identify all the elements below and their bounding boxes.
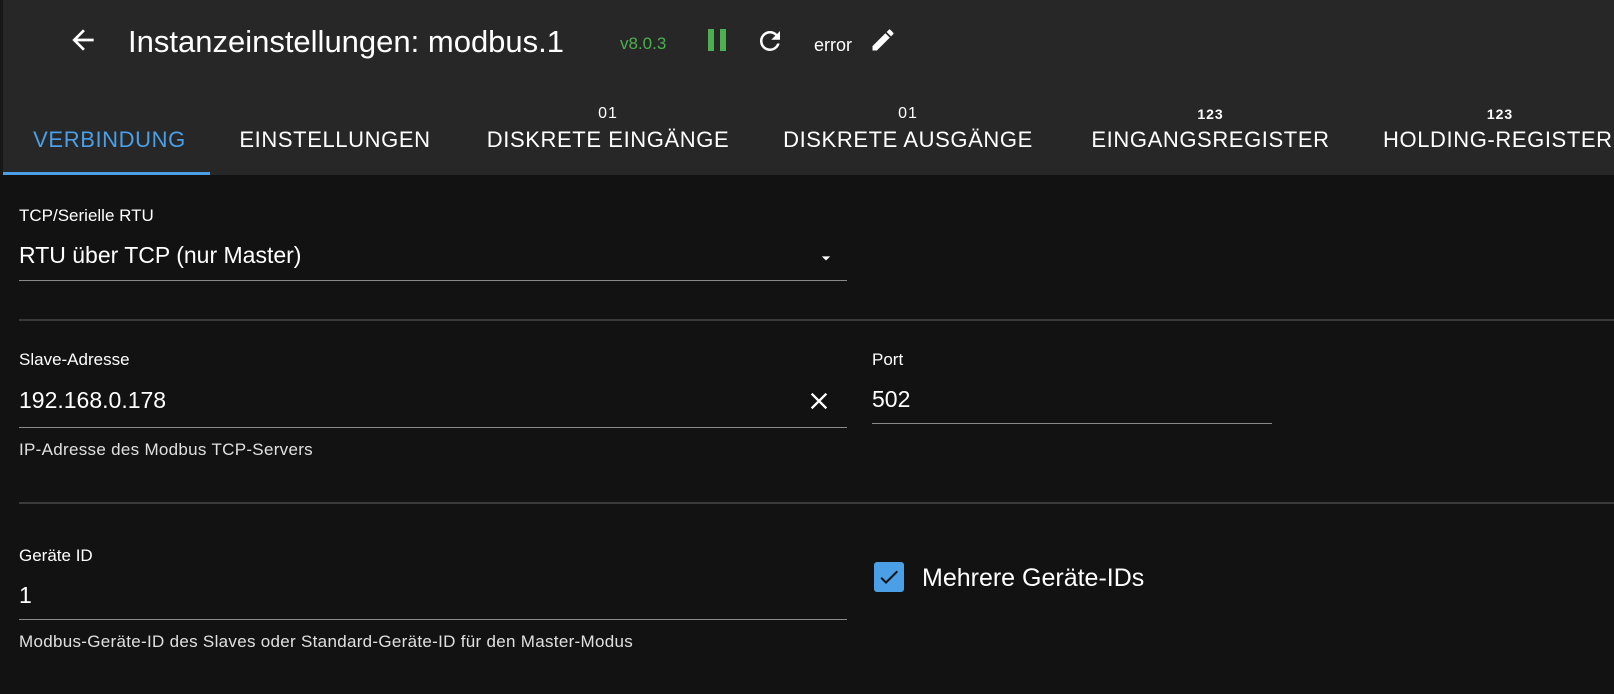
pause-icon — [708, 29, 726, 51]
tab-label: HOLDING-REGISTER — [1383, 127, 1613, 152]
tab-label: DISKRETE AUSGÄNGE — [783, 127, 1033, 152]
tab-label: EINSTELLUNGEN — [239, 127, 431, 152]
log-level-label: error — [814, 35, 853, 55]
tab-label: EINGANGSREGISTER — [1091, 127, 1330, 152]
port-value: 502 — [872, 386, 911, 412]
binary-icon: 01 — [898, 105, 918, 122]
reload-button[interactable] — [755, 26, 785, 56]
port-underline — [872, 423, 1272, 424]
tab-diskrete-eingaenge[interactable]: 01 DISKRETE EINGÄNGE — [473, 80, 743, 175]
version-badge: v8.0.3 — [620, 34, 667, 53]
check-icon — [880, 570, 898, 584]
connection-type-field: TCP/Serielle RTU — [19, 206, 154, 226]
section-divider — [19, 502, 1614, 504]
multiple-device-ids-label[interactable]: Mehrere Geräte-IDs — [922, 563, 1144, 593]
numeric-icon: 123 — [1486, 106, 1514, 122]
close-icon — [810, 392, 828, 410]
section-divider — [19, 319, 1614, 321]
slave-address-field: Slave-Adresse — [19, 350, 130, 370]
tab-holding-register[interactable]: 123 HOLDING-REGISTER — [1375, 80, 1614, 175]
slave-address-value: 192.168.0.178 — [19, 387, 167, 413]
pause-button[interactable] — [703, 26, 731, 54]
active-tab-indicator — [3, 172, 210, 175]
connection-type-value: RTU über TCP (nur Master) — [19, 242, 302, 268]
slave-address-helper: IP-Adresse des Modbus TCP-Servers — [19, 440, 313, 459]
reload-icon — [759, 30, 780, 51]
page-title: Instanzeinstellungen: modbus.1 — [128, 24, 565, 59]
connection-type-underline — [19, 280, 847, 281]
slave-address-input[interactable]: 192.168.0.178 — [19, 385, 799, 421]
port-label: Port — [872, 350, 904, 369]
tab-einstellungen[interactable]: EINSTELLUNGEN — [225, 80, 445, 175]
app-header: Instanzeinstellungen: modbus.1 v8.0.3 er… — [0, 0, 1614, 80]
edit-log-level-button[interactable] — [869, 26, 897, 54]
port-input[interactable]: 502 — [872, 384, 1272, 420]
binary-icon: 01 — [598, 105, 618, 122]
multiple-device-ids-checkbox[interactable] — [874, 562, 904, 592]
device-id-input[interactable]: 1 — [19, 580, 847, 616]
numeric-icon: 123 — [1197, 106, 1224, 122]
device-id-label: Geräte ID — [19, 546, 93, 565]
slave-address-label: Slave-Adresse — [19, 350, 130, 369]
arrow-left-icon — [72, 29, 94, 51]
port-field: Port — [872, 350, 903, 370]
slave-address-underline — [19, 427, 847, 428]
tab-label: DISKRETE EINGÄNGE — [486, 127, 730, 152]
tab-eingangsregister[interactable]: 123 EINGANGSREGISTER — [1073, 80, 1348, 175]
back-button[interactable] — [65, 22, 101, 58]
device-id-helper: Modbus-Geräte-ID des Slaves oder Standar… — [19, 632, 634, 651]
caret-down-icon — [821, 256, 831, 261]
tab-verbindung[interactable]: VERBINDUNG — [6, 80, 213, 175]
device-id-value: 1 — [19, 582, 32, 608]
dropdown-arrow-button[interactable] — [812, 244, 840, 272]
tab-label: VERBINDUNG — [33, 127, 186, 152]
clear-slave-address-button[interactable] — [803, 385, 835, 417]
pencil-icon — [872, 29, 894, 51]
tab-diskrete-ausgaenge[interactable]: 01 DISKRETE AUSGÄNGE — [773, 80, 1043, 175]
device-id-underline — [19, 619, 847, 620]
instance-settings-page: Instanzeinstellungen: modbus.1 v8.0.3 er… — [0, 0, 1614, 694]
tab-bar: VERBINDUNG EINSTELLUNGEN 01 DISKRETE EIN… — [0, 80, 1614, 175]
connection-type-select[interactable]: RTU über TCP (nur Master) — [19, 240, 849, 276]
device-id-field: Geräte ID — [19, 546, 93, 566]
connection-type-label: TCP/Serielle RTU — [19, 206, 154, 225]
